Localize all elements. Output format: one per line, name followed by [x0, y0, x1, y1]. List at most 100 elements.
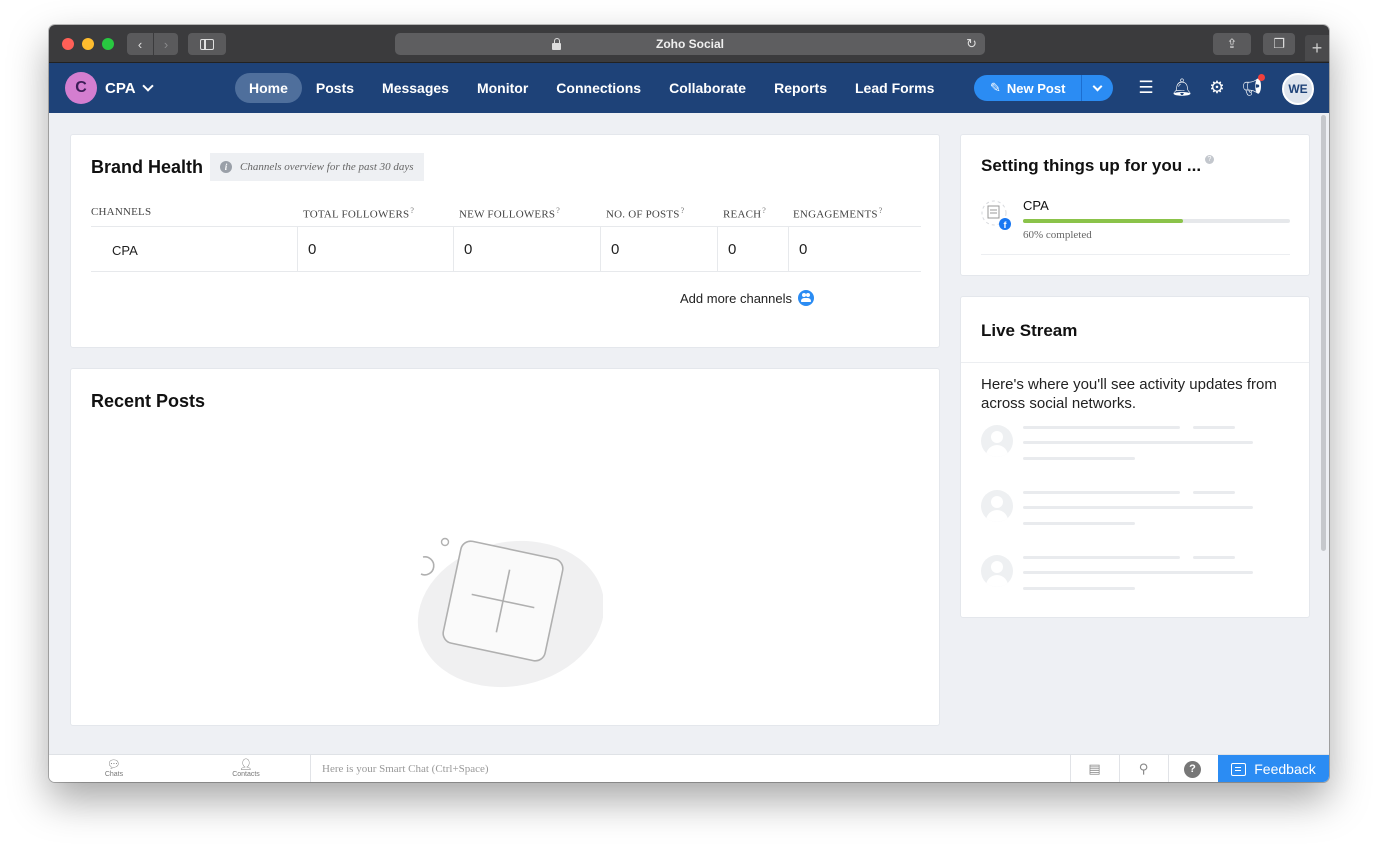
col-channels: CHANNELS — [91, 206, 152, 218]
skeleton-line — [1023, 587, 1135, 590]
new-tab-button[interactable]: + — [1305, 35, 1329, 61]
close-window-button[interactable] — [62, 38, 74, 50]
minimize-window-button[interactable] — [82, 38, 94, 50]
menu-icon[interactable]: ☰ — [1135, 77, 1157, 99]
nav-lead-forms[interactable]: Lead Forms — [841, 73, 948, 103]
page-scrollbar[interactable] — [1321, 115, 1326, 551]
contacts-label: Contacts — [232, 771, 260, 778]
chevron-right-icon: › — [163, 36, 169, 52]
brand-avatar: C — [65, 72, 97, 104]
skeleton-line — [1193, 491, 1235, 494]
empty-posts-illustration — [417, 537, 603, 688]
new-followers-value: 0 — [464, 241, 473, 258]
notification-dot — [1258, 74, 1265, 81]
col-new-followers[interactable]: NEW FOLLOWERS? — [459, 206, 560, 221]
brand-health-title: Brand Health — [91, 157, 204, 177]
add-more-channels-link[interactable]: Add more channels — [680, 290, 815, 306]
search-icon[interactable]: ⚲ — [1119, 755, 1167, 782]
contacts-button[interactable]: 👤︎ Contacts — [221, 755, 271, 782]
gear-icon[interactable]: ⚙ — [1206, 77, 1228, 99]
skeleton-activity-item — [981, 425, 1281, 465]
setup-progress-bar — [1023, 219, 1290, 223]
person-icon: 👤︎ — [239, 759, 253, 771]
main-nav: Home Posts Messages Monitor Connections … — [235, 73, 948, 103]
brand-health-card: Brand Health i Channels overview for the… — [70, 134, 940, 348]
chat-bubble-icon: 💬︎ — [107, 759, 121, 771]
new-post-button[interactable]: ✎ New Post — [974, 75, 1082, 101]
zoom-window-button[interactable] — [102, 38, 114, 50]
nav-home[interactable]: Home — [235, 73, 302, 103]
page-title: Zoho Social — [655, 37, 724, 51]
feedback-label: Feedback — [1254, 761, 1316, 777]
chevron-left-icon: ‹ — [137, 36, 143, 52]
skeleton-line — [1193, 426, 1235, 429]
col-posts[interactable]: NO. OF POSTS? — [606, 206, 684, 221]
lock-icon — [552, 38, 561, 50]
column-divider — [717, 227, 718, 272]
browser-titlebar: ‹ › Zoho Social ↻ ⇪ ❐ + — [49, 25, 1329, 63]
recent-posts-title: Recent Posts — [91, 391, 206, 411]
bottom-bar: 💬︎ Chats 👤︎ Contacts Here is your Smart … — [49, 754, 1329, 782]
browser-window: ‹ › Zoho Social ↻ ⇪ ❐ + C CPA Home Posts… — [49, 25, 1329, 782]
help-icon: ? — [410, 206, 415, 215]
sidebar-toggle-button[interactable] — [188, 33, 226, 55]
skeleton-activity-item — [981, 555, 1281, 595]
help-icon: ? — [1184, 760, 1201, 778]
nav-posts[interactable]: Posts — [302, 73, 368, 103]
nav-connections[interactable]: Connections — [542, 73, 655, 103]
chats-button[interactable]: 💬︎ Chats — [89, 755, 139, 782]
brand-name: CPA — [105, 79, 136, 97]
skeleton-line — [1193, 556, 1235, 559]
help-button[interactable]: ? — [1168, 755, 1216, 782]
smart-chat-input[interactable]: Here is your Smart Chat (Ctrl+Space) — [310, 755, 1068, 782]
table-row[interactable]: CPA 0 0 0 0 0 — [91, 227, 921, 272]
address-bar[interactable]: Zoho Social ↻ — [395, 33, 985, 55]
help-icon: ? — [680, 206, 685, 215]
col-total-followers[interactable]: TOTAL FOLLOWERS? — [303, 206, 414, 221]
skeleton-activity-item — [981, 490, 1281, 530]
info-icon: i — [220, 161, 232, 173]
help-icon[interactable]: ? — [1205, 155, 1214, 164]
new-post-dropdown-button[interactable] — [1081, 75, 1114, 101]
new-post-label: New Post — [1006, 80, 1066, 96]
share-icon: ⇪ — [1226, 36, 1238, 51]
bell-icon[interactable]: 🔔︎ — [1171, 77, 1193, 99]
setup-progress-fill — [1023, 219, 1184, 223]
skeleton-line — [1023, 571, 1253, 574]
nav-messages[interactable]: Messages — [368, 73, 463, 103]
plus-icon: + — [1311, 37, 1323, 58]
feedback-button[interactable]: Feedback — [1218, 755, 1329, 782]
share-button[interactable]: ⇪ — [1213, 33, 1251, 55]
skeleton-line — [1023, 457, 1135, 460]
col-posts-label: NO. OF POSTS — [606, 208, 680, 221]
reach-value: 0 — [728, 241, 737, 258]
newsfeed-icon[interactable]: ▤ — [1070, 755, 1118, 782]
help-icon: ? — [762, 206, 767, 215]
chevron-down-icon — [1092, 81, 1103, 91]
nav-monitor[interactable]: Monitor — [463, 73, 542, 103]
reload-icon[interactable]: ↻ — [966, 36, 977, 52]
col-reach-label: REACH — [723, 208, 762, 221]
col-new-followers-label: NEW FOLLOWERS — [459, 208, 556, 221]
skeleton-line — [1023, 491, 1180, 494]
nav-reports[interactable]: Reports — [760, 73, 841, 103]
col-reach[interactable]: REACH? — [723, 206, 766, 221]
user-avatar[interactable]: WE — [1282, 73, 1314, 105]
col-engagements[interactable]: ENGAGEMENTS? — [793, 206, 882, 221]
nav-collaborate[interactable]: Collaborate — [655, 73, 760, 103]
channel-name: CPA — [112, 243, 138, 258]
setup-channel-name: CPA — [1023, 198, 1049, 213]
skeleton-line — [1023, 522, 1135, 525]
forward-button[interactable]: › — [154, 33, 178, 55]
skeleton-line — [1023, 506, 1253, 509]
back-button[interactable]: ‹ — [127, 33, 153, 55]
add-channels-icon — [798, 290, 815, 306]
skeleton-line — [1023, 426, 1180, 429]
help-icon: ? — [556, 206, 560, 215]
placeholder-avatar-icon — [981, 555, 1013, 587]
column-divider — [788, 227, 789, 272]
chevron-down-icon — [141, 79, 154, 92]
brand-switcher[interactable]: C CPA — [65, 71, 154, 105]
column-divider — [297, 227, 298, 272]
tab-overview-button[interactable]: ❐ — [1263, 33, 1295, 55]
